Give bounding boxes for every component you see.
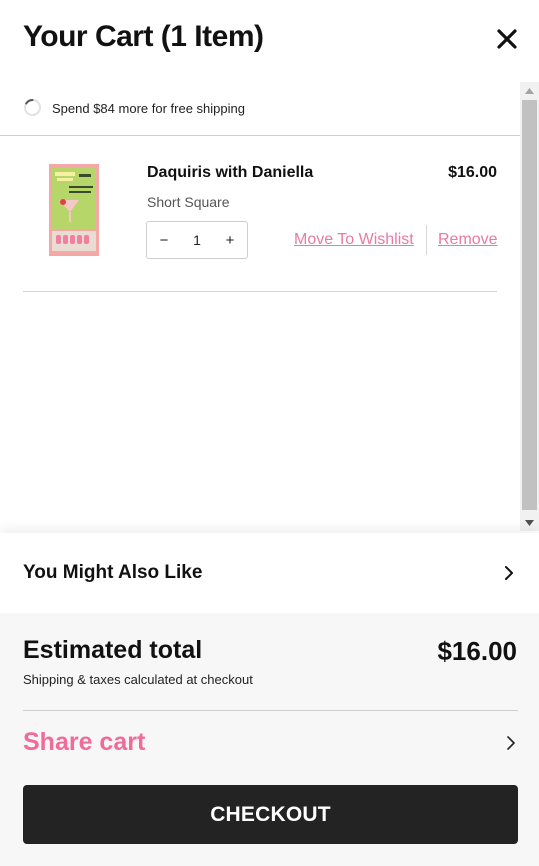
- increase-quantity-button[interactable]: +: [213, 222, 247, 258]
- scroll-down-icon[interactable]: [520, 514, 539, 531]
- decrease-quantity-button[interactable]: −: [147, 222, 181, 258]
- share-cart-label: Share cart: [23, 728, 146, 756]
- cart-scrollbar[interactable]: [520, 82, 539, 531]
- scroll-up-icon[interactable]: [520, 82, 539, 99]
- shipping-taxes-note: Shipping & taxes calculated at checkout: [23, 672, 253, 687]
- product-name[interactable]: Daquiris with Daniella: [147, 164, 313, 182]
- estimated-total-label: Estimated total: [23, 636, 203, 664]
- checkout-button[interactable]: CHECKOUT: [23, 785, 518, 844]
- cart-item: Daquiris with Daniella Short Square $16.…: [23, 137, 498, 292]
- remove-item-link[interactable]: Remove: [438, 231, 498, 249]
- progress-spinner-icon: [23, 98, 42, 117]
- free-shipping-bar: Spend $84 more for free shipping: [0, 82, 520, 136]
- estimated-total-value: $16.00: [437, 636, 517, 666]
- move-to-wishlist-link[interactable]: Move To Wishlist: [294, 231, 414, 249]
- close-icon[interactable]: [494, 26, 520, 52]
- free-shipping-message: Spend $84 more for free shipping: [52, 101, 245, 116]
- chevron-right-icon: [505, 734, 517, 752]
- quantity-value[interactable]: 1: [181, 222, 213, 258]
- cart-header: Your Cart (1 Item): [0, 0, 539, 82]
- scrollbar-thumb[interactable]: [522, 100, 537, 510]
- cart-summary: Estimated total $16.00 Shipping & taxes …: [0, 613, 539, 866]
- action-divider: [426, 225, 427, 255]
- product-image[interactable]: [49, 164, 99, 256]
- recommendations-toggle[interactable]: You Might Also Like: [0, 533, 539, 613]
- product-price: $16.00: [448, 164, 497, 181]
- share-cart-button[interactable]: Share cart: [23, 711, 518, 775]
- cart-title: Your Cart (1 Item): [23, 20, 264, 53]
- product-variant: Short Square: [147, 194, 230, 210]
- quantity-stepper: − 1 +: [146, 221, 248, 259]
- chevron-right-icon[interactable]: [502, 564, 516, 582]
- recommendations-title: You Might Also Like: [23, 562, 203, 583]
